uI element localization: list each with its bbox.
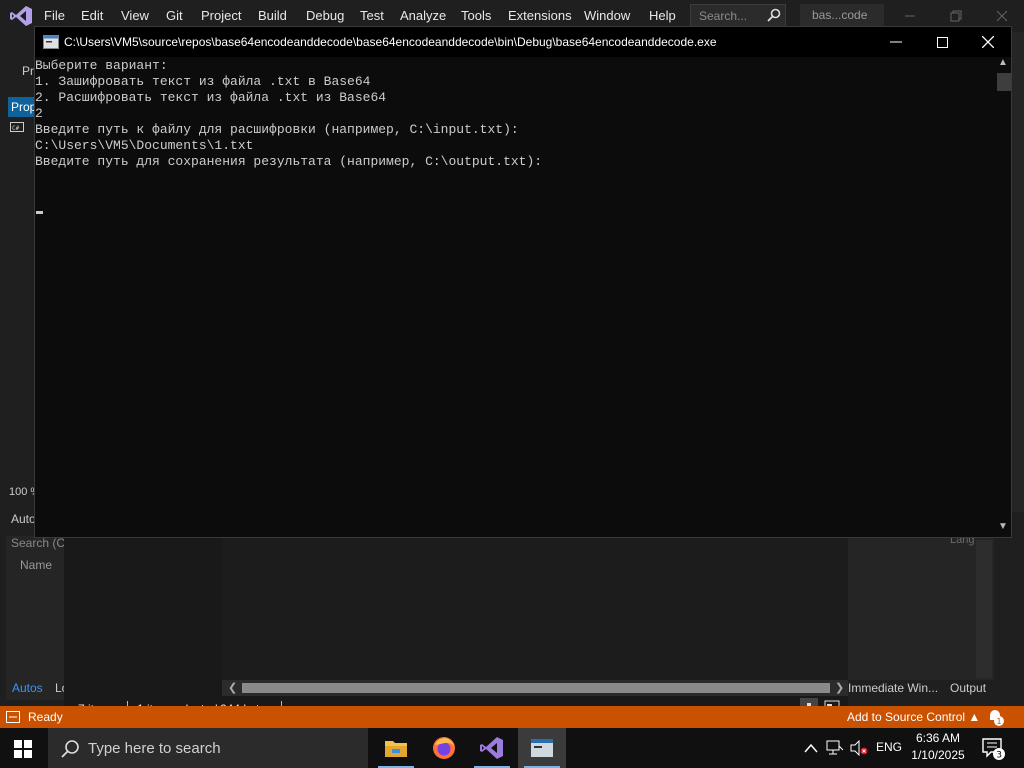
scroll-right-arrow-icon[interactable]: ❯ <box>835 681 844 694</box>
vs-right-panel <box>848 536 994 680</box>
maximize-icon <box>937 37 948 48</box>
source-control-label: Add to Source Control <box>847 710 966 724</box>
search-icon <box>767 8 781 22</box>
clock-date[interactable]: 1/10/2025 <box>904 748 972 762</box>
console-project-icon: C# <box>10 122 24 132</box>
vs-status-bar: Ready Add to Source Control ▲ 1 <box>0 706 1024 728</box>
explorer-scroll-thumb[interactable] <box>242 683 830 693</box>
vs-right-scrollbar <box>1012 32 1024 512</box>
console-minimize-button[interactable] <box>873 27 919 57</box>
vs-minimize-icon[interactable] <box>902 8 918 24</box>
visual-studio-logo-icon[interactable] <box>10 6 32 26</box>
vs-close-icon[interactable] <box>994 8 1010 24</box>
taskbar-file-explorer[interactable] <box>372 728 420 768</box>
menu-test[interactable]: Test <box>360 8 384 23</box>
taskbar-console-app[interactable] <box>518 728 566 768</box>
menu-debug[interactable]: Debug <box>306 8 344 23</box>
vs-pr-label: Pr <box>22 64 34 78</box>
autos-name-header: Name <box>20 558 53 572</box>
taskbar-firefox[interactable] <box>420 728 468 768</box>
svg-text:C#: C# <box>12 125 20 132</box>
clock-time[interactable]: 6:36 AM <box>904 731 972 745</box>
minimize-icon <box>890 41 902 43</box>
solution-name: bas...code <box>812 8 868 22</box>
console-line: C:\Users\VM5\Documents\1.txt <box>35 138 254 153</box>
vs-search-placeholder: Search... <box>699 9 748 23</box>
scroll-up-arrow-icon[interactable]: ▲ <box>998 57 1008 68</box>
menu-git[interactable]: Git <box>166 8 183 23</box>
menu-window[interactable]: Window <box>584 8 630 23</box>
notifications-bell-icon[interactable]: 1 <box>986 708 1004 726</box>
menu-project[interactable]: Project <box>201 8 241 23</box>
tab-autos[interactable]: Autos <box>12 681 43 695</box>
tab-output[interactable]: Output <box>950 681 986 695</box>
console-window-title: C:\Users\VM5\source\repos\base64encodean… <box>64 35 717 49</box>
console-line: 2 <box>35 106 43 121</box>
explorer-file-list <box>222 536 848 680</box>
console-output[interactable]: Выберите вариант: 1. Зашифровать текст и… <box>35 57 995 537</box>
add-to-source-control-button[interactable]: Add to Source Control ▲ <box>847 710 980 724</box>
console-cursor <box>36 211 43 214</box>
firefox-icon <box>433 737 455 759</box>
autos-panel-title: Auto <box>11 512 36 526</box>
search-icon <box>61 740 79 758</box>
taskbar-search-placeholder: Type here to search <box>88 740 221 757</box>
console-line: Выберите вариант: <box>35 58 168 73</box>
console-line: Введите путь для сохранения результата (… <box>35 154 543 169</box>
taskbar-visual-studio[interactable] <box>468 728 516 768</box>
console-window: C:\Users\VM5\source\repos\base64encodean… <box>34 26 1012 538</box>
solution-name-badge[interactable]: bas...code <box>800 4 884 28</box>
file-explorer-icon <box>385 741 407 757</box>
console-titlebar[interactable]: C:\Users\VM5\source\repos\base64encodean… <box>35 27 1011 57</box>
input-language[interactable]: ENG <box>876 740 902 754</box>
vs-right-vertical-scrollbar[interactable] <box>976 540 992 678</box>
menu-build[interactable]: Build <box>258 8 287 23</box>
console-app-icon <box>531 739 553 757</box>
network-icon[interactable] <box>826 740 844 756</box>
status-ready-icon <box>6 711 20 723</box>
console-line: 2. Расшифровать текст из файла .txt из B… <box>35 90 387 105</box>
console-line: Введите путь к файлу для расшифровки (на… <box>35 122 519 137</box>
tray-notification-count: 3 <box>996 751 1002 761</box>
windows-taskbar: Type here to search ENG 6:36 AM 1/10/202… <box>0 728 1024 768</box>
menu-tools[interactable]: Tools <box>461 8 491 23</box>
close-icon <box>982 36 994 48</box>
menu-help[interactable]: Help <box>649 8 676 23</box>
menu-edit[interactable]: Edit <box>81 8 103 23</box>
console-line: 1. Зашифровать текст из файла .txt в Bas… <box>35 74 371 89</box>
console-scroll-thumb[interactable] <box>997 73 1011 91</box>
console-maximize-button[interactable] <box>919 27 965 57</box>
console-window-icon <box>43 35 59 49</box>
console-vertical-scrollbar[interactable]: ▲ ▼ <box>995 57 1011 537</box>
volume-muted-icon[interactable] <box>850 740 868 756</box>
taskbar-search-box[interactable]: Type here to search <box>48 728 368 768</box>
action-center-icon[interactable]: 3 <box>982 738 1006 760</box>
menu-file[interactable]: File <box>44 8 65 23</box>
tab-immediate-window[interactable]: Immediate Win... <box>848 681 938 695</box>
visual-studio-icon <box>480 737 503 759</box>
menu-extensions[interactable]: Extensions <box>508 8 572 23</box>
properties-tab[interactable]: Prop <box>8 97 34 117</box>
scroll-left-arrow-icon[interactable]: ❮ <box>228 681 237 694</box>
vs-search-box[interactable]: Search... <box>690 4 786 28</box>
notification-count: 1 <box>997 717 1002 726</box>
menu-view[interactable]: View <box>121 8 149 23</box>
autos-search-input[interactable]: Search (C <box>11 536 65 550</box>
explorer-nav-pane <box>64 536 222 696</box>
menu-analyze[interactable]: Analyze <box>400 8 446 23</box>
show-hidden-icons-chevron-icon[interactable] <box>804 742 818 754</box>
console-close-button[interactable] <box>965 27 1011 57</box>
windows-start-icon[interactable] <box>14 740 32 758</box>
scroll-down-arrow-icon[interactable]: ▼ <box>998 521 1008 532</box>
status-ready: Ready <box>28 710 63 724</box>
vs-restore-icon[interactable] <box>948 8 964 24</box>
